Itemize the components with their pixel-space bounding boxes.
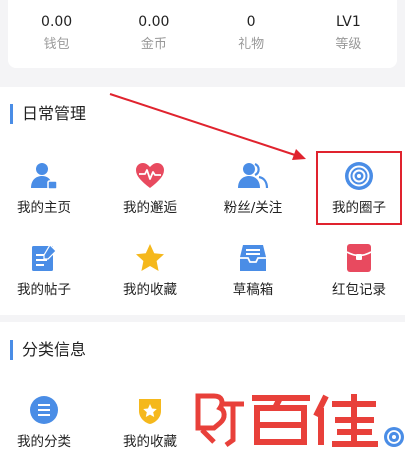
menu-my-favorites-category-label: 我的收藏 bbox=[123, 434, 177, 450]
menu-my-homepage[interactable]: 我的主页 bbox=[0, 160, 94, 217]
inbox-tray-icon bbox=[237, 242, 269, 274]
menu-drafts-label: 草稿箱 bbox=[232, 282, 274, 298]
menu-my-favorites-category[interactable]: 我的收藏 bbox=[100, 394, 200, 451]
stat-gifts-label: 礼物 bbox=[238, 37, 265, 52]
menu-my-posts-label: 我的帖子 bbox=[17, 282, 71, 298]
star-icon bbox=[134, 242, 166, 274]
menu-red-envelope-records[interactable]: 红包记录 bbox=[309, 242, 405, 299]
menu-my-homepage-label: 我的主页 bbox=[17, 200, 71, 216]
partial-target-icon bbox=[383, 426, 405, 448]
daily-management-title: 日常管理 bbox=[10, 104, 86, 124]
stat-wallet-value: 0.00 bbox=[41, 14, 73, 30]
stat-level[interactable]: LV1 等级 bbox=[300, 0, 397, 68]
stat-wallet[interactable]: 0.00 钱包 bbox=[8, 0, 105, 68]
menu-fans-following-label: 粉丝/关注 bbox=[223, 200, 283, 216]
stat-gifts[interactable]: 0 礼物 bbox=[203, 0, 300, 68]
stat-coins[interactable]: 0.00 金币 bbox=[105, 0, 202, 68]
menu-my-category-label: 我的分类 bbox=[17, 434, 71, 450]
stat-level-value: LV1 bbox=[336, 14, 361, 30]
stat-level-label: 等级 bbox=[335, 37, 362, 52]
list-icon bbox=[28, 394, 60, 426]
favorite-badge-icon bbox=[134, 394, 166, 426]
stat-coins-value: 0.00 bbox=[138, 14, 170, 30]
menu-my-posts[interactable]: 我的帖子 bbox=[0, 242, 94, 299]
edit-note-icon bbox=[28, 242, 60, 274]
menu-my-favorites[interactable]: 我的收藏 bbox=[100, 242, 200, 299]
stats-card: 0.00 钱包 0.00 金币 0 礼物 LV1 等级 bbox=[8, 0, 397, 68]
stat-gifts-value: 0 bbox=[246, 14, 256, 30]
heart-pulse-icon bbox=[134, 160, 166, 192]
red-envelope-icon bbox=[343, 242, 375, 274]
category-info-title: 分类信息 bbox=[10, 340, 86, 360]
user-home-icon bbox=[28, 160, 60, 192]
menu-my-favorites-label: 我的收藏 bbox=[123, 282, 177, 298]
watermark-logo bbox=[192, 390, 382, 450]
menu-my-category[interactable]: 我的分类 bbox=[0, 394, 94, 451]
menu-fans-following[interactable]: 粉丝/关注 bbox=[203, 160, 303, 217]
menu-red-envelope-records-label: 红包记录 bbox=[332, 282, 386, 298]
menu-my-encounters-label: 我的邂逅 bbox=[123, 200, 177, 216]
stat-coins-label: 金币 bbox=[140, 37, 167, 52]
stat-wallet-label: 钱包 bbox=[43, 37, 70, 52]
users-icon bbox=[237, 160, 269, 192]
menu-my-encounters[interactable]: 我的邂逅 bbox=[100, 160, 200, 217]
annotation-highlight-box bbox=[316, 151, 402, 225]
menu-drafts[interactable]: 草稿箱 bbox=[203, 242, 303, 299]
